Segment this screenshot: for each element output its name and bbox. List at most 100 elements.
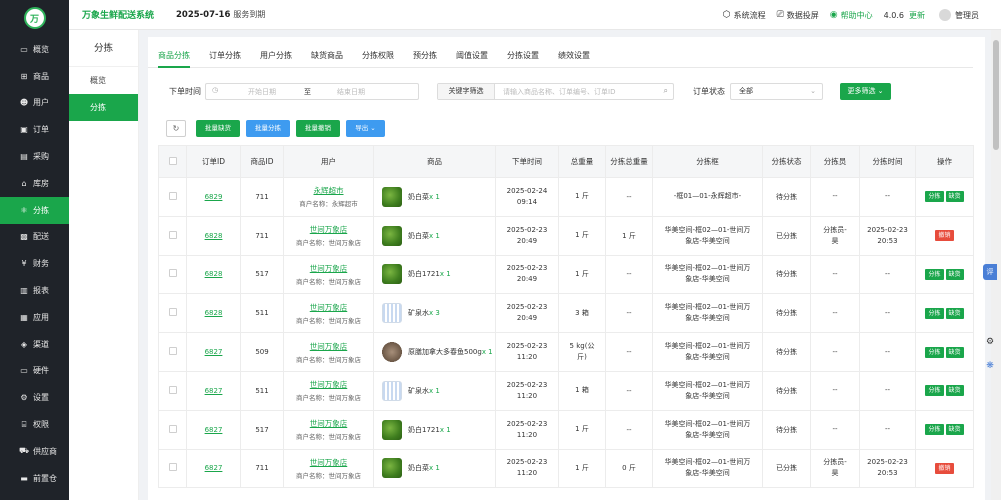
tab-4[interactable]: 分拣权限 bbox=[362, 49, 394, 68]
logo[interactable]: 万 bbox=[0, 0, 69, 36]
order-id-cell[interactable]: 6827 bbox=[186, 448, 241, 489]
order-status-select[interactable]: 全部 ⌄ bbox=[730, 83, 823, 100]
nav-item-14[interactable]: ⌸ 权限 bbox=[0, 411, 69, 438]
order-id-cell[interactable]: 6828 bbox=[186, 254, 241, 295]
row-op-button[interactable]: 缺货 bbox=[945, 307, 964, 319]
tab-1[interactable]: 订单分拣 bbox=[209, 49, 241, 68]
nav-item-3[interactable]: ▣ 订单 bbox=[0, 116, 69, 143]
row-op-button[interactable]: 缺货 bbox=[945, 385, 964, 397]
subnav-item-sorting[interactable]: 分拣 bbox=[69, 94, 138, 121]
help-center-link[interactable]: ◉ 帮助中心 bbox=[830, 10, 873, 21]
order-id-link[interactable]: 6827 bbox=[205, 348, 223, 356]
user-link[interactable]: 世间万象店 bbox=[286, 418, 371, 429]
update-link[interactable]: 更新 bbox=[909, 10, 925, 21]
nav-item-2[interactable]: ☻ 用户 bbox=[0, 90, 69, 117]
row-op-button[interactable]: 分拣 bbox=[925, 268, 944, 280]
nav-item-7[interactable]: ▩ 配送 bbox=[0, 224, 69, 251]
order-id-cell[interactable]: 6827 bbox=[186, 332, 241, 372]
row-checkbox-cell[interactable] bbox=[158, 254, 187, 295]
tab-2[interactable]: 用户分拣 bbox=[260, 49, 292, 68]
order-id-link[interactable]: 6827 bbox=[205, 464, 223, 472]
user-link[interactable]: 世间万象店 bbox=[286, 302, 371, 313]
user-link[interactable]: 世间万象店 bbox=[286, 224, 371, 235]
keyword-input[interactable]: 请输入商品名称、订单编号、订单ID bbox=[503, 87, 615, 97]
order-id-cell[interactable]: 6828 bbox=[186, 293, 241, 334]
nav-item-16[interactable]: ▬ 前置仓 bbox=[0, 465, 69, 492]
row-checkbox[interactable] bbox=[168, 347, 177, 356]
user-link[interactable]: 世间万象店 bbox=[286, 263, 371, 274]
user-menu[interactable]: 管理员 bbox=[939, 9, 979, 21]
date-range-picker[interactable]: ◷ 开始日期 至 结束日期 bbox=[205, 83, 419, 100]
order-id-link[interactable]: 6828 bbox=[205, 232, 223, 240]
row-checkbox[interactable] bbox=[168, 308, 177, 317]
row-checkbox-cell[interactable] bbox=[158, 293, 187, 334]
nav-item-15[interactable]: ⛟ 供应商 bbox=[0, 438, 69, 465]
nav-item-5[interactable]: ⌂ 库房 bbox=[0, 170, 69, 197]
tab-8[interactable]: 绩效设置 bbox=[558, 49, 590, 68]
order-id-link[interactable]: 6827 bbox=[205, 387, 223, 395]
row-checkbox[interactable] bbox=[168, 463, 177, 472]
data-screen-link[interactable]: ⎚ 数据投屏 bbox=[777, 10, 819, 21]
scrollbar-thumb[interactable] bbox=[993, 40, 999, 150]
tab-3[interactable]: 缺货商品 bbox=[311, 49, 343, 68]
row-op-button[interactable]: 分拣 bbox=[925, 346, 944, 358]
batch-cancel-button[interactable]: 批量撤销 bbox=[296, 120, 340, 137]
row-checkbox[interactable] bbox=[168, 424, 177, 433]
row-op-button[interactable]: 缺货 bbox=[945, 191, 964, 203]
row-op-button[interactable]: 缺货 bbox=[945, 268, 964, 280]
accessibility-icon[interactable]: ⚙ bbox=[983, 337, 997, 353]
row-checkbox[interactable] bbox=[168, 385, 177, 394]
batch-shortage-button[interactable]: 批量缺货 bbox=[196, 120, 240, 137]
assistant-icon[interactable]: ❋ bbox=[983, 361, 997, 377]
export-button[interactable]: 导出 ⌄ bbox=[346, 120, 385, 137]
order-id-link[interactable]: 6828 bbox=[205, 309, 223, 317]
order-id-link[interactable]: 6827 bbox=[205, 426, 223, 434]
user-link[interactable]: 世间万象店 bbox=[286, 341, 371, 352]
row-op-button[interactable]: 分拣 bbox=[925, 307, 944, 319]
nav-item-11[interactable]: ◈ 渠道 bbox=[0, 331, 69, 358]
nav-item-8[interactable]: ¥ 财务 bbox=[0, 250, 69, 277]
search-icon[interactable]: ⌕ bbox=[664, 86, 668, 96]
nav-item-9[interactable]: ▥ 报表 bbox=[0, 277, 69, 304]
nav-item-10[interactable]: ▦ 应用 bbox=[0, 304, 69, 331]
select-all-checkbox[interactable] bbox=[168, 156, 177, 165]
row-checkbox-cell[interactable] bbox=[158, 409, 187, 450]
subnav-item-overview[interactable]: 概览 bbox=[69, 67, 138, 94]
row-checkbox[interactable] bbox=[168, 230, 177, 239]
row-checkbox-cell[interactable] bbox=[158, 370, 187, 411]
tab-0[interactable]: 商品分拣 bbox=[158, 49, 190, 68]
row-op-button[interactable]: 缺货 bbox=[945, 424, 964, 436]
row-op-button[interactable]: 分拣 bbox=[925, 385, 944, 397]
user-link[interactable]: 世间万象店 bbox=[286, 457, 371, 468]
keyword-type-select[interactable]: 关键字筛选 bbox=[438, 84, 495, 99]
order-id-cell[interactable]: 6828 bbox=[186, 215, 241, 256]
system-flow-link[interactable]: ⬡ 系统流程 bbox=[723, 10, 766, 21]
batch-sort-button[interactable]: 批量分拣 bbox=[246, 120, 290, 137]
row-op-button[interactable]: 分拣 bbox=[925, 191, 944, 203]
tab-5[interactable]: 预分拣 bbox=[413, 49, 437, 68]
end-date-input[interactable]: 结束日期 bbox=[337, 87, 365, 97]
row-op-button[interactable]: 撤销 bbox=[935, 462, 954, 474]
order-id-cell[interactable]: 6827 bbox=[186, 409, 241, 450]
nav-item-13[interactable]: ⚙ 设置 bbox=[0, 384, 69, 411]
feedback-button[interactable]: 评 bbox=[983, 264, 997, 280]
row-checkbox[interactable] bbox=[168, 191, 177, 200]
nav-item-1[interactable]: ⊞ 商品 bbox=[0, 63, 69, 90]
row-checkbox[interactable] bbox=[168, 269, 177, 278]
order-id-cell[interactable]: 6829 bbox=[186, 177, 241, 217]
tab-6[interactable]: 阈值设置 bbox=[456, 49, 488, 68]
row-checkbox-cell[interactable] bbox=[158, 215, 187, 256]
row-checkbox-cell[interactable] bbox=[158, 177, 187, 217]
order-id-link[interactable]: 6829 bbox=[205, 193, 223, 201]
start-date-input[interactable]: 开始日期 bbox=[248, 87, 276, 97]
nav-item-0[interactable]: ▭ 概览 bbox=[0, 36, 69, 63]
row-op-button[interactable]: 分拣 bbox=[925, 424, 944, 436]
row-checkbox-cell[interactable] bbox=[158, 332, 187, 372]
more-filter-button[interactable]: 更多筛选 ⌄ bbox=[840, 83, 891, 100]
user-link[interactable]: 世间万象店 bbox=[286, 379, 371, 390]
order-id-link[interactable]: 6828 bbox=[205, 270, 223, 278]
refresh-button[interactable]: ↻ bbox=[166, 120, 186, 137]
user-link[interactable]: 永辉超市 bbox=[286, 185, 371, 196]
tab-7[interactable]: 分拣设置 bbox=[507, 49, 539, 68]
nav-item-4[interactable]: ▤ 采购 bbox=[0, 143, 69, 170]
